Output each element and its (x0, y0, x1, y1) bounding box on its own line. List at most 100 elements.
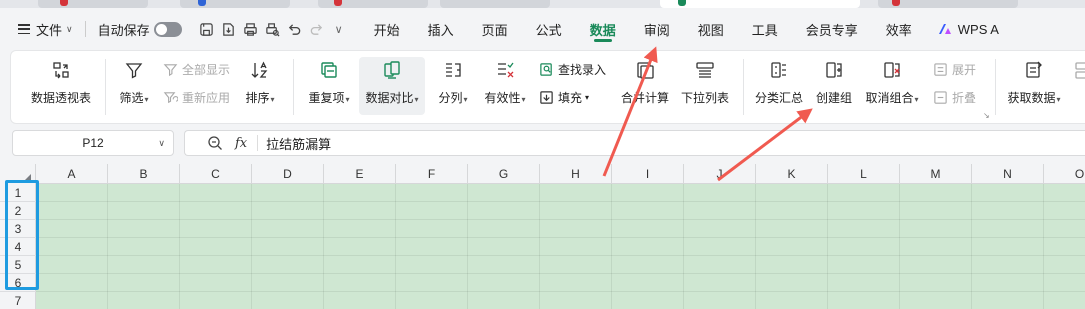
cell-area[interactable] (36, 184, 1085, 309)
function-icon[interactable]: fx (235, 136, 247, 151)
lookup-entry-button[interactable]: 查找录入 (539, 61, 606, 78)
column-header[interactable]: J (684, 164, 756, 184)
chevron-down-icon: ∨ (66, 23, 73, 34)
wps-ai-button[interactable]: WPS A (932, 15, 1005, 43)
window-tab[interactable] (38, 0, 148, 8)
cell-reference: P12 (82, 136, 104, 150)
collapse-icon (934, 91, 947, 104)
dropdown-list-button[interactable]: 下拉列表 (675, 59, 735, 106)
save-icon[interactable] (196, 18, 218, 40)
consolidate-label: 合并计算 (620, 91, 669, 105)
formula-content[interactable]: 拉结筋漏算 (266, 134, 331, 153)
subtotal-button[interactable]: 分类汇总 (751, 59, 807, 106)
file-menu-label: 文件 (36, 22, 63, 38)
tab-tools[interactable]: 工具 (738, 14, 792, 44)
reapply-button[interactable]: 重新应用 (163, 89, 230, 106)
get-data-button[interactable]: 获取数据▾ (1003, 59, 1065, 106)
sort-label: 排序 (245, 91, 270, 105)
expand-button[interactable]: 展开 (933, 61, 976, 78)
fill-icon (540, 91, 553, 104)
column-header[interactable]: E (324, 164, 396, 184)
doc-icon (892, 0, 900, 6)
collapse-button[interactable]: 折叠 (933, 89, 976, 106)
column-header[interactable]: M (900, 164, 972, 184)
subtotal-label: 分类汇总 (754, 91, 803, 105)
divider (995, 59, 996, 115)
sort-icon (249, 59, 271, 81)
autosave-toggle[interactable] (153, 21, 182, 37)
fill-label: 填充 (558, 91, 583, 105)
ungroup-label: 取消组合 (865, 91, 914, 105)
tab-view[interactable]: 视图 (684, 14, 738, 44)
split-columns-button[interactable]: 分列▾ (431, 59, 475, 106)
dropdown-list-icon (694, 59, 716, 81)
window-tab-active[interactable] (660, 0, 860, 8)
column-header[interactable]: K (756, 164, 828, 184)
filter-icon (123, 59, 145, 81)
autosave-control[interactable]: 自动保存 (92, 15, 188, 43)
pivot-table-button[interactable]: 数据透视表 (25, 59, 97, 106)
column-header[interactable]: L (828, 164, 900, 184)
data-ribbon: 数据透视表 筛选▾ 全部显示 重新应用 排序▾ 重复项▾ 数据对比▾ 分列▾ 有… (10, 50, 1085, 124)
tab-data[interactable]: 数据 (576, 14, 630, 44)
export-icon[interactable] (218, 18, 240, 40)
column-header[interactable]: N (972, 164, 1044, 184)
print-preview-icon[interactable] (262, 18, 284, 40)
tab-formula[interactable]: 公式 (522, 14, 576, 44)
fill-button[interactable]: 填充 ▾ (539, 89, 589, 106)
duplicates-label: 重复项 (308, 91, 345, 105)
show-all-button[interactable]: 全部显示 (163, 61, 230, 78)
data-compare-button[interactable]: 数据对比▾ (359, 57, 425, 115)
column-header[interactable]: D (252, 164, 324, 184)
lookup-entry-icon (540, 63, 552, 76)
create-group-button[interactable]: 创建组 (811, 59, 857, 106)
row-header[interactable]: 7 (0, 292, 36, 309)
zoom-icon[interactable] (207, 135, 223, 151)
tab-insert[interactable]: 插入 (414, 14, 468, 44)
show-all-label: 全部显示 (182, 63, 231, 77)
sort-button[interactable]: 排序▾ (241, 59, 279, 106)
column-header[interactable]: B (108, 164, 180, 184)
group-dialog-launcher-icon[interactable]: ↘ (983, 111, 990, 120)
column-header[interactable]: I (612, 164, 684, 184)
window-tab[interactable] (440, 0, 550, 8)
pivot-table-icon (50, 59, 72, 81)
column-header[interactable]: A (36, 164, 108, 184)
validity-button[interactable]: 有效性▾ (477, 59, 533, 106)
chevron-down-icon[interactable]: ∨ (158, 138, 165, 149)
column-header[interactable]: G (468, 164, 540, 184)
formula-bar[interactable]: fx 拉结筋漏算 (184, 130, 1085, 156)
consolidate-button[interactable]: 合并计算 (617, 59, 673, 106)
window-tab[interactable] (180, 0, 290, 8)
column-header[interactable]: C (180, 164, 252, 184)
data-compare-label: 数据对比 (365, 91, 414, 105)
sheet-doc-icon (678, 0, 686, 6)
ungroup-button[interactable]: 取消组合▾ (861, 59, 923, 106)
more-chevron-icon[interactable]: ∨ (328, 18, 350, 40)
column-header[interactable]: O (1044, 164, 1085, 184)
tab-home[interactable]: 开始 (360, 14, 414, 44)
validity-label: 有效性 (484, 91, 521, 105)
data-compare-icon (381, 59, 403, 81)
name-box[interactable]: P12 ∨ (12, 130, 174, 156)
duplicates-icon (318, 59, 340, 81)
column-header[interactable]: H (540, 164, 612, 184)
redo-icon[interactable] (306, 18, 328, 40)
filter-button[interactable]: 筛选▾ (113, 59, 155, 106)
undo-icon[interactable] (284, 18, 306, 40)
subtotal-icon (768, 59, 790, 81)
doc-icon (334, 0, 342, 6)
tab-efficiency[interactable]: 效率 (872, 14, 926, 44)
split-columns-icon (442, 59, 464, 81)
print-icon[interactable] (240, 18, 262, 40)
tab-review[interactable]: 审阅 (630, 14, 684, 44)
ungroup-icon (881, 59, 903, 81)
tab-page[interactable]: 页面 (468, 14, 522, 44)
more-ribbon-button[interactable] (1073, 59, 1085, 81)
duplicates-button[interactable]: 重复项▾ (301, 59, 357, 106)
column-header[interactable]: F (396, 164, 468, 184)
file-menu[interactable]: 文件 ∨ (12, 15, 79, 43)
hamburger-icon (18, 24, 30, 34)
tab-member[interactable]: 会员专享 (792, 14, 872, 44)
pivot-table-label: 数据透视表 (30, 91, 91, 105)
